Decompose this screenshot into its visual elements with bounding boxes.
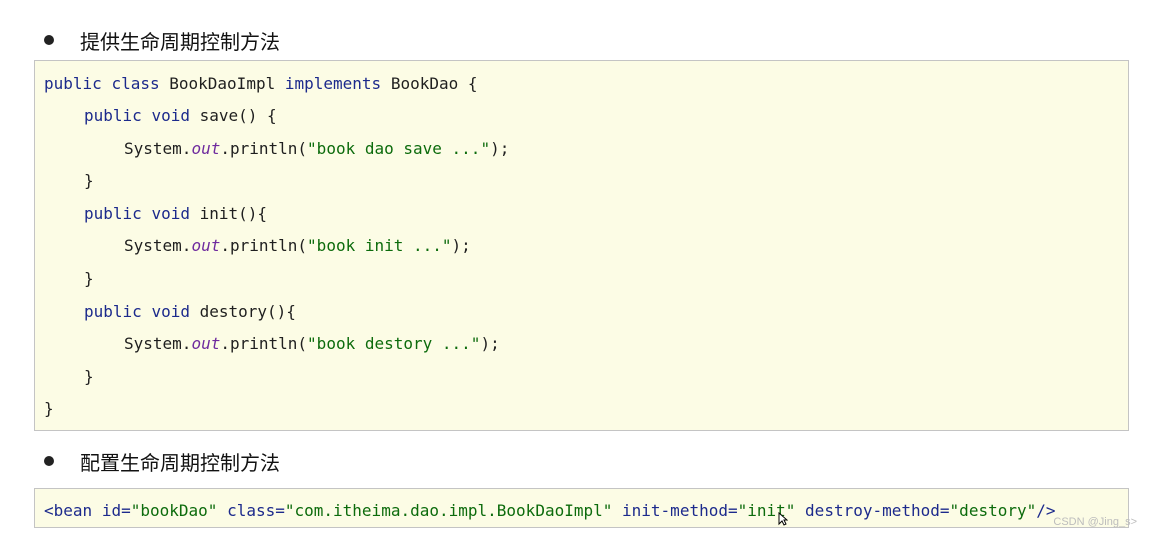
xml-config-block: <bean id="bookDao" class="com.itheima.da… (34, 488, 1129, 528)
keyword: public (84, 106, 142, 125)
xml-attribute: id= (101, 501, 131, 520)
keyword: public (84, 302, 142, 321)
keyword: void (151, 204, 190, 223)
object-ref: System. (124, 334, 192, 353)
code-line: } (84, 366, 94, 388)
code-line: public void save() { (84, 105, 277, 127)
static-field: out (191, 334, 221, 353)
code-line: System.out.println("book init ..."); (124, 235, 471, 257)
heading-text: 配置生命周期控制方法 (80, 450, 280, 475)
method-call: .println( (220, 236, 308, 255)
static-field: out (191, 139, 221, 158)
keyword: class (111, 74, 160, 93)
brace: } (84, 171, 94, 190)
code-line: } (44, 398, 54, 420)
statement-end: ); (451, 236, 471, 255)
statement-end: ); (480, 334, 500, 353)
object-ref: System. (124, 236, 192, 255)
code-line: } (84, 268, 94, 290)
section-heading-config-methods: 配置生命周期控制方法 (44, 446, 280, 476)
watermark: CSDN @Jing_s> (1053, 516, 1137, 528)
code-line: } (84, 170, 94, 192)
brace: } (84, 269, 94, 288)
statement-end: ); (490, 139, 510, 158)
method-call: .println( (220, 139, 308, 158)
bullet-icon (44, 35, 54, 45)
mouse-cursor-icon (778, 512, 788, 526)
keyword: void (151, 302, 190, 321)
bullet-icon (44, 456, 54, 466)
xml-attribute-value: "destory" (949, 501, 1037, 520)
heading-text: 提供生命周期控制方法 (80, 29, 280, 54)
method-signature: save() { (199, 106, 277, 125)
code-line: public void init(){ (84, 203, 267, 225)
xml-tag-open: <bean (44, 501, 93, 520)
keyword: void (151, 106, 190, 125)
code-line: <bean id="bookDao" class="com.itheima.da… (44, 500, 1056, 522)
brace: } (44, 399, 54, 418)
xml-attribute: destroy-method= (805, 501, 950, 520)
class-name: BookDaoImpl (169, 74, 276, 93)
static-field: out (191, 236, 221, 255)
brace: { (467, 74, 478, 93)
interface-name: BookDao (390, 74, 459, 93)
code-line: System.out.println("book dao save ..."); (124, 138, 509, 160)
brace: } (84, 367, 94, 386)
method-call: .println( (220, 334, 308, 353)
keyword: public (84, 204, 142, 223)
string-literal: "book dao save ..." (307, 139, 491, 158)
code-line: public void destory(){ (84, 301, 296, 323)
keyword: public (44, 74, 102, 93)
method-signature: destory(){ (199, 302, 296, 321)
xml-attribute: class= (227, 501, 285, 520)
java-code-block: public class BookDaoImpl implements Book… (34, 60, 1129, 431)
code-line: public class BookDaoImpl implements Book… (44, 73, 478, 95)
section-heading-lifecycle-methods: 提供生命周期控制方法 (44, 25, 280, 55)
xml-attribute-value: "com.itheima.dao.impl.BookDaoImpl" (284, 501, 613, 520)
string-literal: "book init ..." (307, 236, 452, 255)
xml-attribute: init-method= (622, 501, 738, 520)
xml-attribute-value: "bookDao" (130, 501, 218, 520)
method-signature: init(){ (199, 204, 268, 223)
object-ref: System. (124, 139, 192, 158)
keyword: implements (284, 74, 382, 93)
string-literal: "book destory ..." (307, 334, 481, 353)
code-line: System.out.println("book destory ..."); (124, 333, 500, 355)
